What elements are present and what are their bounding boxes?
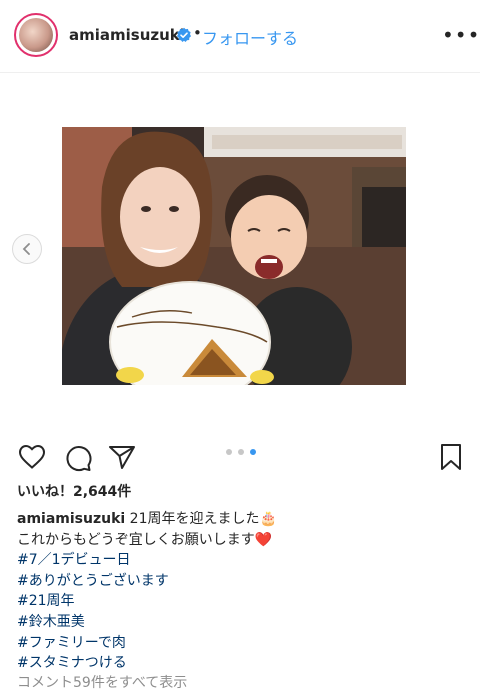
caption: amiamisuzuki 21周年を迎えました🎂 これからもどうぞ宜しくお願いし… [17,509,467,674]
avatar[interactable] [14,13,58,57]
hashtag[interactable]: #スタミナつける [17,653,467,674]
likes-count[interactable]: いいね！2,644件 [17,481,131,501]
carousel-dot-active [250,449,256,455]
follow-button[interactable]: フォローする [202,25,298,49]
share-icon[interactable] [108,444,136,470]
verified-badge-icon [177,27,191,42]
view-all-comments-link[interactable]: コメント59件をすべて表示 [17,672,187,692]
hashtag[interactable]: #ファミリーで肉 [17,633,467,654]
carousel-dot [238,449,244,455]
carousel-prev-button[interactable] [12,234,42,264]
bookmark-icon[interactable] [440,443,462,471]
separator-dot: • [193,24,202,42]
heart-icon[interactable] [18,444,46,470]
hashtag[interactable]: #7／1デビュー日 [17,550,467,571]
post-photo[interactable] [62,127,406,385]
caption-first-line: amiamisuzuki 21周年を迎えました🎂 [17,509,467,530]
avatar-image [19,18,53,52]
hashtag[interactable]: #21周年 [17,591,467,612]
hashtag[interactable]: #ありがとうございます [17,571,467,592]
carousel-dot [226,449,232,455]
post-header: amiamisuzuki • フォローする ••• [0,0,480,73]
chevron-left-icon [22,243,30,255]
hashtag[interactable]: #鈴木亜美 [17,612,467,633]
caption-text-line1: 21周年を迎えました🎂 [129,511,277,527]
caption-text-line2: これからもどうぞ宜しくお願いします❤️ [17,531,273,548]
comment-icon[interactable] [64,444,92,472]
caption-username[interactable]: amiamisuzuki [17,511,125,527]
more-options-icon[interactable]: ••• [442,23,480,47]
username[interactable]: amiamisuzuki [69,26,185,44]
